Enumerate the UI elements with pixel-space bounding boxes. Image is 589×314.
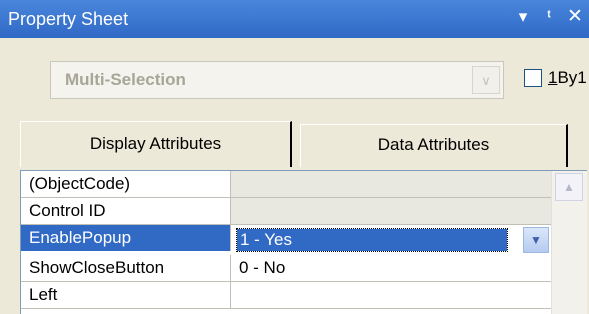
scroll-up-icon[interactable]: ▲: [555, 173, 583, 201]
close-icon[interactable]: ✕: [567, 7, 583, 27]
property-name: Control ID: [21, 198, 231, 224]
property-value: [231, 198, 551, 224]
property-name: ShowCloseButton: [21, 255, 231, 281]
vertical-scrollbar[interactable]: ▲: [551, 171, 587, 314]
property-grid: (ObjectCode) Control ID EnablePopup 1 - …: [20, 170, 587, 314]
property-row[interactable]: ShowCloseButton 0 - No: [21, 255, 551, 282]
property-value-editor[interactable]: 1 - Yes ▼: [232, 225, 551, 255]
property-value: [231, 282, 551, 308]
panel-title-bar: Property Sheet ▾ ᵗ ✕: [0, 0, 589, 38]
tab-display-attributes[interactable]: Display Attributes: [20, 121, 292, 167]
one-by-one-label: 1By1: [548, 68, 587, 87]
chevron-down-icon[interactable]: ∨: [472, 66, 500, 94]
property-row[interactable]: (ObjectCode): [21, 171, 551, 198]
property-row[interactable]: Left: [21, 282, 551, 309]
property-row[interactable]: Control ID: [21, 198, 551, 225]
property-name: (ObjectCode): [21, 171, 231, 197]
panel-title: Property Sheet: [8, 9, 129, 29]
property-name: Left: [21, 282, 231, 308]
one-by-one-option[interactable]: 1By1: [524, 68, 587, 88]
property-value: 0 - No: [239, 258, 286, 277]
property-name: EnablePopup: [21, 225, 231, 251]
pin-icon[interactable]: ᵗ: [541, 7, 557, 27]
object-selector-value: Multi-Selection: [65, 70, 186, 89]
dropdown-arrow-icon[interactable]: ▾: [515, 7, 531, 27]
tab-data-attributes[interactable]: Data Attributes: [300, 124, 568, 167]
title-bar-buttons: ▾ ᵗ ✕: [515, 7, 583, 27]
one-by-one-checkbox[interactable]: [524, 69, 542, 87]
property-value: [231, 171, 551, 197]
object-selector[interactable]: Multi-Selection ∨: [50, 61, 504, 99]
chevron-down-icon[interactable]: ▼: [523, 227, 549, 253]
property-value-select[interactable]: 1 - Yes: [236, 228, 508, 252]
property-row-selected[interactable]: EnablePopup 1 - Yes ▼: [21, 225, 551, 255]
